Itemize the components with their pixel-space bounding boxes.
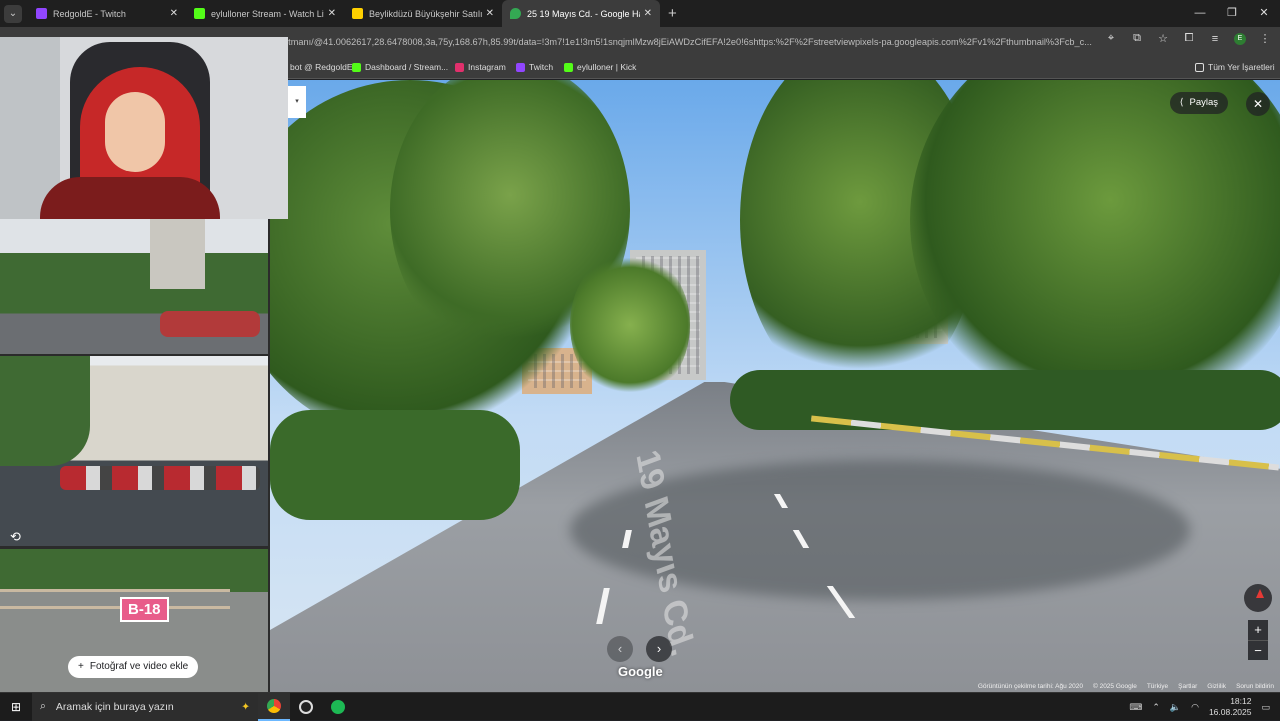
obs-app[interactable]	[290, 693, 322, 721]
system-tray: ⌨ ⌃ 🔈 ◠ 18:12 16.08.2025 ▭	[1129, 693, 1270, 721]
clock-time: 18:12	[1230, 696, 1252, 706]
capture-date: Görüntünün çekilme tarihi: Ağu 2020	[977, 683, 1083, 690]
building-sign: B-18	[120, 597, 169, 622]
windows-start-icon[interactable]: ⊞	[0, 700, 32, 714]
bookmark-star-icon[interactable]: ☆	[1156, 32, 1170, 45]
clock-date: 16.08.2025	[1208, 707, 1252, 717]
photo-thumbnail[interactable]	[0, 356, 268, 546]
window-controls: — ❐ ✕	[1184, 0, 1280, 27]
map-footer: Görüntünün çekilme tarihi: Ağu 2020 © 20…	[978, 683, 1274, 690]
previous-photo-button[interactable]: ‹	[607, 636, 633, 662]
close-tab-icon[interactable]: ✕	[486, 8, 494, 19]
chrome-app[interactable]	[258, 692, 290, 721]
terms-link[interactable]: Şartlar	[1178, 683, 1197, 690]
sahibinden-icon	[352, 8, 363, 19]
network-icon[interactable]: ◠	[1191, 702, 1199, 713]
close-tab-icon[interactable]: ✕	[170, 8, 178, 19]
twitch-icon	[516, 62, 525, 72]
close-tab-icon[interactable]: ✕	[644, 8, 652, 19]
tab-media-icon[interactable]: ≡	[1208, 33, 1222, 45]
kick-icon	[352, 62, 361, 72]
bookmark-label: Instagram	[468, 62, 506, 72]
spotify-app[interactable]	[322, 693, 354, 721]
keyboard-icon[interactable]: ⌨	[1129, 702, 1142, 713]
tab-3[interactable]: Beylikdüzü Büyükşehir Satılık D ✕	[344, 0, 502, 27]
close-window-icon[interactable]: ✕	[1248, 0, 1280, 27]
report-link[interactable]: Sorun bildirin	[1236, 683, 1274, 690]
zoom-out-button[interactable]: −	[1248, 640, 1268, 660]
sparkle-icon: ✦	[241, 700, 250, 713]
spotify-icon	[331, 699, 345, 714]
privacy-link[interactable]: Gizlilik	[1207, 683, 1226, 690]
kick-icon	[194, 8, 205, 19]
panel-toggle-icon[interactable]: ▾	[288, 86, 306, 118]
kick-icon	[564, 62, 573, 72]
profile-avatar[interactable]: E	[1234, 32, 1246, 45]
new-tab-button[interactable]: +	[668, 5, 677, 22]
google-maps-icon	[510, 8, 521, 19]
hedge	[270, 410, 520, 520]
all-bookmarks-folder[interactable]: Tüm Yer İşaretleri	[1195, 62, 1275, 72]
tab-1[interactable]: RedgoldE - Twitch ✕	[28, 0, 186, 27]
add-photo-video-button[interactable]: + Fotoğraf ve video ekle	[68, 656, 199, 678]
windows-taskbar: ⊞ ⌕ Aramak için buraya yazın ✦ ⌨ ⌃ 🔈 ◠ 1…	[0, 692, 1280, 721]
bookmark-item[interactable]: eylulloner | Kick	[564, 62, 636, 72]
instagram-icon	[455, 62, 464, 72]
minimize-icon[interactable]: —	[1184, 0, 1216, 27]
clock[interactable]: 18:12 16.08.2025	[1209, 696, 1252, 718]
notifications-icon[interactable]: ▭	[1261, 702, 1270, 713]
location-pin-icon[interactable]: ⌖	[1104, 32, 1118, 45]
google-logo: Google	[618, 664, 663, 679]
tab-title: eylulloner Stream - Watch Live	[211, 8, 324, 19]
folder-icon	[1195, 62, 1204, 72]
menu-kebab-icon[interactable]: ⋮	[1258, 32, 1272, 45]
bookmark-item[interactable]: Dashboard / Stream...	[352, 62, 448, 72]
bookmark-item[interactable]: Twitch	[516, 62, 553, 72]
tab-title: Beylikdüzü Büyükşehir Satılık D	[369, 8, 482, 19]
tab-2[interactable]: eylulloner Stream - Watch Live ✕	[186, 0, 344, 27]
language-link[interactable]: Türkiye	[1147, 683, 1168, 690]
next-photo-button[interactable]: ›	[646, 636, 672, 662]
install-app-icon[interactable]: ⧉	[1130, 32, 1144, 45]
restore-icon[interactable]: ❐	[1216, 0, 1248, 27]
bookmark-label: Twitch	[529, 62, 554, 72]
chevron-up-icon[interactable]: ⌃	[1152, 702, 1160, 713]
volume-icon[interactable]: 🔈	[1170, 702, 1181, 713]
close-street-view-button[interactable]: ✕	[1246, 92, 1270, 116]
browser-tab-strip: ⌄ RedgoldE - Twitch ✕ eylulloner Stream …	[0, 0, 1280, 27]
search-placeholder: Aramak için buraya yazın	[55, 700, 174, 713]
bookmark-item[interactable]: Instagram	[455, 62, 506, 72]
chrome-icon	[267, 698, 281, 713]
obs-icon	[299, 699, 313, 714]
extensions-icon[interactable]: ⧠	[1182, 32, 1196, 45]
photo-thumbnail[interactable]	[0, 219, 268, 354]
share-button[interactable]: ⟨ Paylaş	[1169, 92, 1228, 114]
tab-title: RedgoldE - Twitch	[53, 8, 126, 19]
tree	[570, 250, 690, 400]
search-icon: ⌕	[40, 700, 46, 712]
tab-4-active[interactable]: 25 19 Mayıs Cd. - Google Harita ✕	[502, 0, 660, 27]
close-tab-icon[interactable]: ✕	[328, 8, 336, 19]
tab-search-button[interactable]: ⌄	[4, 4, 22, 23]
share-label: Paylaş	[1189, 97, 1218, 108]
taskbar-search[interactable]: ⌕ Aramak için buraya yazın ✦	[32, 692, 258, 721]
bookmark-item[interactable]: bot @ RedgoldE	[290, 62, 353, 72]
twitch-icon	[36, 8, 47, 19]
add-photo-label: Fotoğraf ve video ekle	[89, 661, 189, 672]
webcam-overlay	[0, 37, 288, 219]
copyright: © 2025 Google	[1092, 683, 1137, 690]
zoom-in-button[interactable]: +	[1248, 620, 1268, 640]
rotate-360-icon: ⟲	[10, 529, 21, 544]
address-bar[interactable]: artmanı/@41.0062617,28.6478008,3a,75y,16…	[280, 31, 1100, 53]
street-view-canvas[interactable]: 19 Mayıs Cd. ⟨ Paylaş ✕ ‹ › Google + − Gö…	[270, 80, 1280, 692]
tab-title: 25 19 Mayıs Cd. - Google Harita	[527, 8, 640, 19]
share-icon: ⟨	[1179, 97, 1184, 108]
plus-icon: +	[78, 661, 84, 672]
bookmark-label: Tüm Yer İşaretleri	[1208, 62, 1275, 72]
photo-panel: ⟲ B-18 + Fotoğraf ve video ekle	[0, 219, 270, 692]
bookmark-label: bot @ RedgoldE	[290, 62, 353, 72]
bookmark-label: Dashboard / Stream...	[365, 62, 449, 72]
compass-icon[interactable]	[1244, 584, 1272, 612]
bookmark-label: eylulloner | Kick	[577, 62, 637, 72]
